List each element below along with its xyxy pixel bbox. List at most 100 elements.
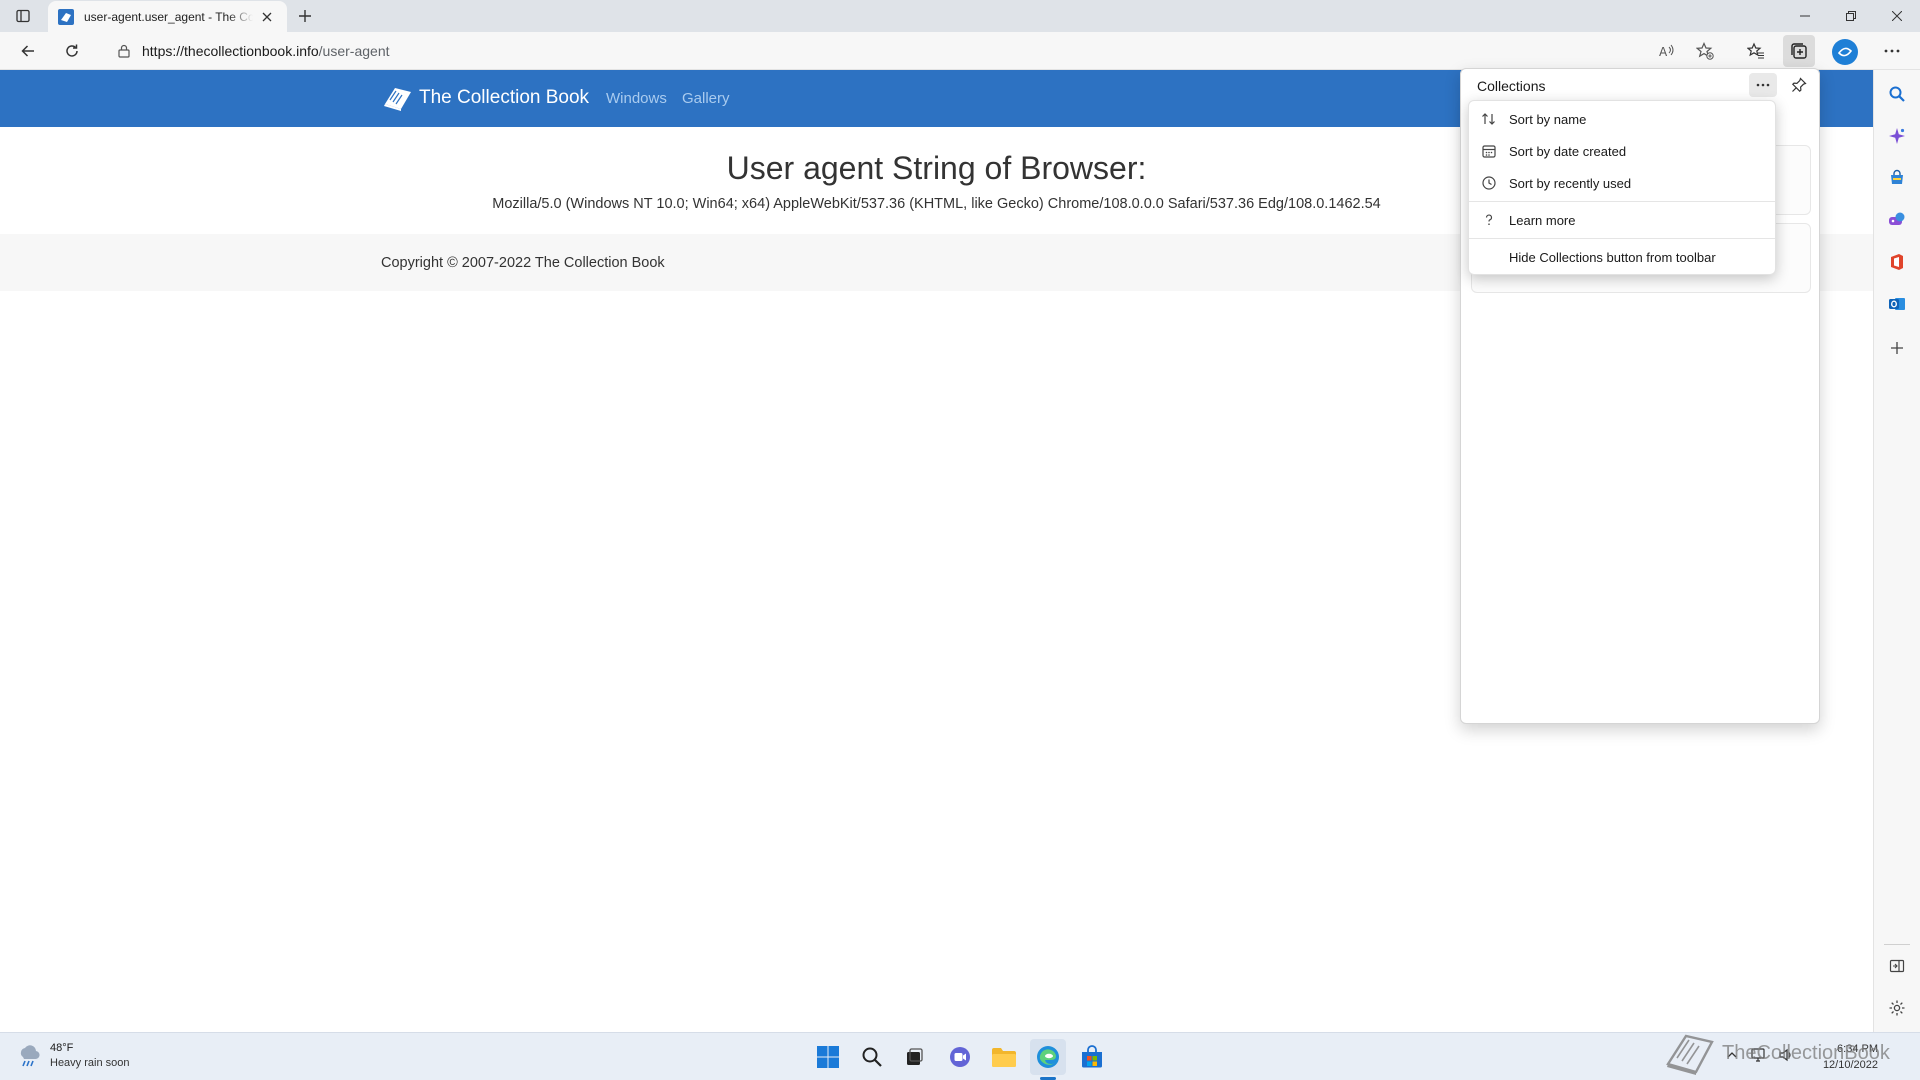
close-icon — [1892, 11, 1902, 21]
tab-actions-button[interactable] — [8, 3, 38, 29]
sidebar-office-button[interactable] — [1881, 246, 1913, 278]
outlook-icon — [1889, 298, 1905, 310]
back-button[interactable] — [12, 35, 44, 67]
refresh-button[interactable] — [56, 35, 88, 67]
favorites-button[interactable] — [1740, 35, 1772, 67]
collections-pin-button[interactable] — [1785, 73, 1813, 97]
weather-temperature: 48°F — [50, 1042, 74, 1054]
add-favorite-button[interactable] — [1689, 35, 1721, 67]
settings-icon — [1889, 1000, 1905, 1016]
restore-icon — [1846, 11, 1856, 21]
brand-name: The Collection Book — [419, 87, 590, 108]
add-favorite-icon — [1696, 42, 1714, 60]
menu-divider — [1469, 238, 1775, 239]
weather-widget[interactable]: 48°F Heavy rain soon — [16, 1041, 130, 1071]
refresh-icon — [66, 44, 78, 57]
collections-more-button[interactable] — [1749, 73, 1777, 97]
book-logo-icon — [384, 88, 411, 111]
lock-icon[interactable] — [118, 44, 130, 58]
collections-context-menu: Sort by name Sort by date created Sort b… — [1468, 100, 1776, 275]
watermark-book-icon — [1666, 1034, 1714, 1075]
teams-chat-button[interactable] — [942, 1039, 978, 1075]
menu-item-learn-more[interactable]: Learn more — [1469, 204, 1775, 236]
plus-icon — [299, 10, 311, 22]
url-path: /user-agent — [318, 43, 390, 59]
tab-close-button[interactable] — [257, 7, 277, 27]
menu-item-label: Sort by recently used — [1509, 175, 1632, 191]
address-bar[interactable]: https://thecollectionbook.info/user-agen… — [104, 35, 1704, 67]
sidebar-settings-button[interactable] — [1881, 992, 1913, 1024]
calendar-icon — [1482, 145, 1496, 158]
task-view-icon — [907, 1048, 923, 1065]
menu-item-hide-collections-button[interactable]: Hide Collections button from toolbar — [1469, 241, 1775, 273]
nav-link-windows[interactable]: Windows — [606, 90, 667, 107]
brand-link[interactable]: The Collection Book — [381, 84, 589, 112]
sidebar-copilot-button[interactable] — [1881, 120, 1913, 152]
settings-and-more-button[interactable] — [1876, 35, 1908, 67]
clock-icon — [1482, 176, 1496, 190]
sidebar-add-button[interactable] — [1881, 332, 1913, 364]
read-aloud-icon: A — [1659, 44, 1674, 59]
edge-sidebar — [1873, 70, 1920, 1032]
collections-panel-title: Collections — [1477, 78, 1546, 94]
split-screen-icon — [1889, 959, 1905, 973]
menu-item-sort-by-name[interactable]: Sort by name — [1469, 103, 1775, 135]
weather-rain-icon — [20, 1045, 40, 1067]
file-explorer-button[interactable] — [986, 1039, 1022, 1075]
read-aloud-button[interactable]: A — [1652, 35, 1684, 67]
help-icon — [1485, 214, 1493, 225]
sidebar-outlook-button[interactable] — [1881, 288, 1913, 320]
watermark: TheCollectionBook — [1664, 1030, 1890, 1076]
weather-description: Heavy rain soon — [50, 1057, 130, 1069]
office-icon — [1891, 254, 1903, 270]
close-window-button[interactable] — [1874, 0, 1920, 32]
profile-button[interactable] — [1832, 39, 1858, 65]
watermark-text: TheCollectionBook — [1722, 1041, 1890, 1064]
add-icon — [1891, 342, 1903, 354]
sidebar-shopping-button[interactable] — [1881, 162, 1913, 194]
browser-tab-active[interactable]: user-agent.user_agent - The Collection B… — [48, 1, 287, 33]
minimize-button[interactable] — [1782, 0, 1828, 32]
tab-title: user-agent.user_agent - The Collection B… — [84, 10, 253, 24]
edge-taskbar-button[interactable] — [1030, 1039, 1066, 1075]
shopping-icon — [1891, 169, 1903, 184]
menu-item-label: Sort by date created — [1509, 143, 1627, 159]
new-tab-button[interactable] — [293, 4, 317, 28]
sort-icon — [1482, 113, 1495, 125]
windows-logo-icon — [817, 1046, 839, 1068]
nav-link-gallery[interactable]: Gallery — [682, 90, 730, 107]
site-favicon-icon — [58, 9, 74, 25]
menu-item-label: Hide Collections button from toolbar — [1509, 249, 1716, 265]
microsoft-store-button[interactable] — [1074, 1039, 1110, 1075]
games-icon — [1889, 212, 1905, 225]
menu-item-sort-by-recently-used[interactable]: Sort by recently used — [1469, 167, 1775, 199]
menu-divider — [1469, 201, 1775, 202]
copyright-text: Copyright © 2007-2022 The Collection Boo… — [381, 255, 665, 271]
url-host: https://thecollectionbook.info — [142, 43, 319, 59]
task-view-button[interactable] — [896, 1039, 932, 1075]
collections-button[interactable] — [1783, 35, 1815, 67]
sidebar-search-button[interactable] — [1881, 78, 1913, 110]
edge-icon — [1037, 1046, 1059, 1068]
browser-toolbar: https://thecollectionbook.info/user-agen… — [0, 32, 1920, 70]
pin-icon — [1791, 77, 1807, 93]
profile-icon — [1837, 47, 1853, 57]
svg-text:A: A — [1659, 45, 1668, 59]
search-icon — [862, 1047, 882, 1067]
back-icon — [21, 45, 34, 57]
copilot-icon — [1889, 128, 1905, 144]
chat-icon — [950, 1047, 970, 1067]
more-icon — [1884, 49, 1900, 53]
sidebar-split-screen-button[interactable] — [1881, 950, 1913, 982]
taskbar-search-button[interactable] — [854, 1039, 890, 1075]
sidebar-games-button[interactable] — [1881, 204, 1913, 236]
search-icon — [1889, 86, 1905, 102]
more-icon — [1756, 83, 1770, 87]
menu-item-sort-by-date-created[interactable]: Sort by date created — [1469, 135, 1775, 167]
menu-item-label: Sort by name — [1509, 111, 1587, 127]
restore-button[interactable] — [1828, 0, 1874, 32]
collections-icon — [1791, 43, 1807, 59]
windows-taskbar: 48°F Heavy rain soon 6:34 PM 12/10/2022 — [0, 1032, 1920, 1080]
sidebar-divider — [1884, 944, 1910, 945]
start-button[interactable] — [810, 1039, 846, 1075]
